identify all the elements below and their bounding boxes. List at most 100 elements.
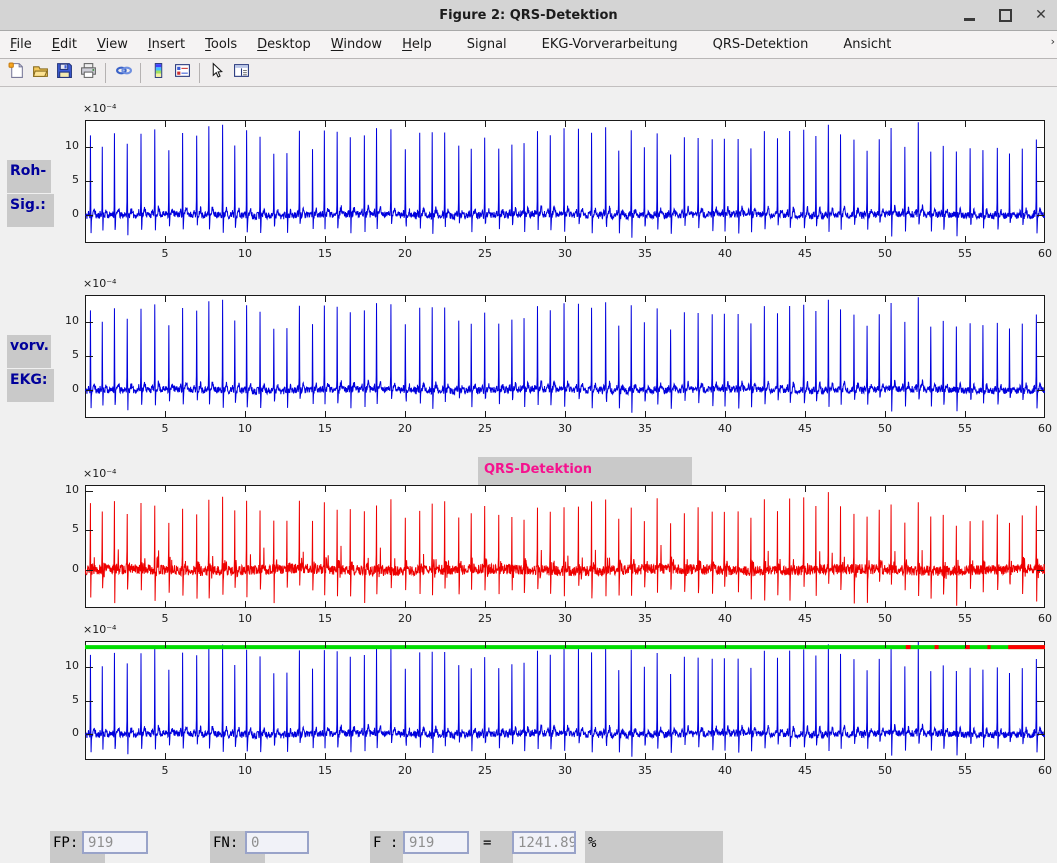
x-tick-label: 20 [392, 612, 418, 625]
maximize-button[interactable] [997, 7, 1013, 23]
new-file-button[interactable] [4, 61, 28, 85]
x-tick-label: 5 [152, 764, 178, 777]
menu-item-signal[interactable]: Signal [457, 37, 517, 52]
menu-item-help[interactable]: Help [392, 37, 442, 52]
percent-field[interactable] [512, 831, 576, 854]
x-tick-label: 40 [712, 422, 738, 435]
window-titlebar: Figure 2: QRS-Detektion ✕ [0, 0, 1057, 31]
x-tick-label: 35 [632, 764, 658, 777]
x-tick-label: 25 [472, 422, 498, 435]
toolbar-separator [199, 63, 200, 83]
plot-raw-signal-canvas [85, 120, 1045, 243]
plot-qrs-detection-canvas [85, 485, 1045, 608]
colorbar-button[interactable] [146, 61, 170, 85]
fn-field[interactable] [245, 831, 309, 854]
legend-icon [174, 62, 191, 83]
x-tick-label: 50 [872, 612, 898, 625]
x-tick-label: 25 [472, 247, 498, 260]
y-tick-label: 5 [43, 348, 79, 361]
x-tick-label: 30 [552, 764, 578, 777]
x-tick-label: 60 [1032, 612, 1057, 625]
y-axis-exponent-label: ×10⁻⁴ [83, 623, 116, 636]
y-tick-label: 5 [43, 173, 79, 186]
x-tick-label: 45 [792, 764, 818, 777]
x-tick-label: 15 [312, 422, 338, 435]
window-controls: ✕ [961, 0, 1049, 30]
edit-plot-button[interactable] [205, 61, 229, 85]
x-tick-label: 20 [392, 764, 418, 777]
x-tick-label: 35 [632, 247, 658, 260]
x-tick-label: 45 [792, 422, 818, 435]
plot-raw-signal[interactable]: 510152025303540455055600510×10⁻⁴ [85, 120, 1045, 243]
plot-detection-overlay[interactable]: 510152025303540455055600510×10⁻⁴ [85, 641, 1045, 760]
percent-label: % [585, 831, 723, 863]
menu-item-insert[interactable]: Insert [138, 37, 195, 52]
menu-item-qrs-detektion[interactable]: QRS-Detektion [703, 37, 819, 52]
plot-qrs-detection[interactable]: 510152025303540455055600510×10⁻⁴ [85, 485, 1045, 608]
x-tick-label: 45 [792, 612, 818, 625]
link-icon [115, 62, 132, 83]
print-button[interactable] [76, 61, 100, 85]
y-axis-exponent-label: ×10⁻⁴ [83, 102, 116, 115]
menu-item-edit[interactable]: Edit [42, 37, 87, 52]
close-icon: ✕ [1035, 7, 1047, 23]
y-tick-label: 0 [43, 207, 79, 220]
y-tick-label: 0 [43, 562, 79, 575]
print-icon [80, 62, 97, 83]
y-tick-label: 0 [43, 726, 79, 739]
minimize-button[interactable] [961, 7, 977, 23]
menu-item-window[interactable]: Window [321, 37, 392, 52]
y-tick-label: 10 [43, 483, 79, 496]
f-label: F : [370, 831, 403, 863]
qrs-detection-title: QRS-Detektion [478, 457, 692, 486]
x-tick-label: 20 [392, 247, 418, 260]
x-tick-label: 40 [712, 247, 738, 260]
toolbar-separator [140, 63, 141, 83]
x-tick-label: 5 [152, 247, 178, 260]
menu-overflow-icon[interactable]: › [1051, 35, 1055, 48]
x-tick-label: 55 [952, 422, 978, 435]
toolbar-separator [105, 63, 106, 83]
x-tick-label: 35 [632, 422, 658, 435]
new-file-icon [8, 62, 25, 83]
menu-bar: FileEditViewInsertToolsDesktopWindowHelp… [0, 31, 1057, 59]
menu-item-tools[interactable]: Tools [195, 37, 247, 52]
x-tick-label: 10 [232, 612, 258, 625]
link-button[interactable] [111, 61, 135, 85]
fp-field[interactable] [82, 831, 148, 854]
y-tick-label: 0 [43, 382, 79, 395]
save-button[interactable] [52, 61, 76, 85]
plot-detection-overlay-canvas [85, 641, 1045, 760]
x-tick-label: 55 [952, 247, 978, 260]
property-editor-icon [233, 62, 250, 83]
menu-item-view[interactable]: View [87, 37, 138, 52]
x-tick-label: 5 [152, 422, 178, 435]
x-tick-label: 10 [232, 422, 258, 435]
x-tick-label: 60 [1032, 422, 1057, 435]
x-tick-label: 30 [552, 422, 578, 435]
edit-plot-icon [209, 62, 226, 83]
figure-window: Figure 2: QRS-Detektion ✕ FileEditViewIn… [0, 0, 1057, 863]
x-tick-label: 50 [872, 764, 898, 777]
x-tick-label: 30 [552, 612, 578, 625]
equals-label: = [480, 831, 513, 863]
x-tick-label: 55 [952, 764, 978, 777]
x-tick-label: 50 [872, 247, 898, 260]
open-icon [32, 62, 49, 83]
y-axis-exponent-label: ×10⁻⁴ [83, 467, 116, 480]
x-tick-label: 35 [632, 612, 658, 625]
property-editor-button[interactable] [229, 61, 253, 85]
menu-item-file[interactable]: File [0, 37, 42, 52]
legend-button[interactable] [170, 61, 194, 85]
toolbar [0, 59, 1057, 87]
x-tick-label: 55 [952, 612, 978, 625]
plot-preprocessed-ekg[interactable]: 510152025303540455055600510×10⁻⁴ [85, 295, 1045, 418]
f-field[interactable] [403, 831, 469, 854]
x-tick-label: 40 [712, 764, 738, 777]
open-button[interactable] [28, 61, 52, 85]
menu-item-ansicht[interactable]: Ansicht [833, 37, 901, 52]
x-tick-label: 20 [392, 422, 418, 435]
menu-item-ekg-vorverarbeitung[interactable]: EKG-Vorverarbeitung [532, 37, 688, 52]
close-button[interactable]: ✕ [1033, 7, 1049, 23]
menu-item-desktop[interactable]: Desktop [247, 37, 321, 52]
